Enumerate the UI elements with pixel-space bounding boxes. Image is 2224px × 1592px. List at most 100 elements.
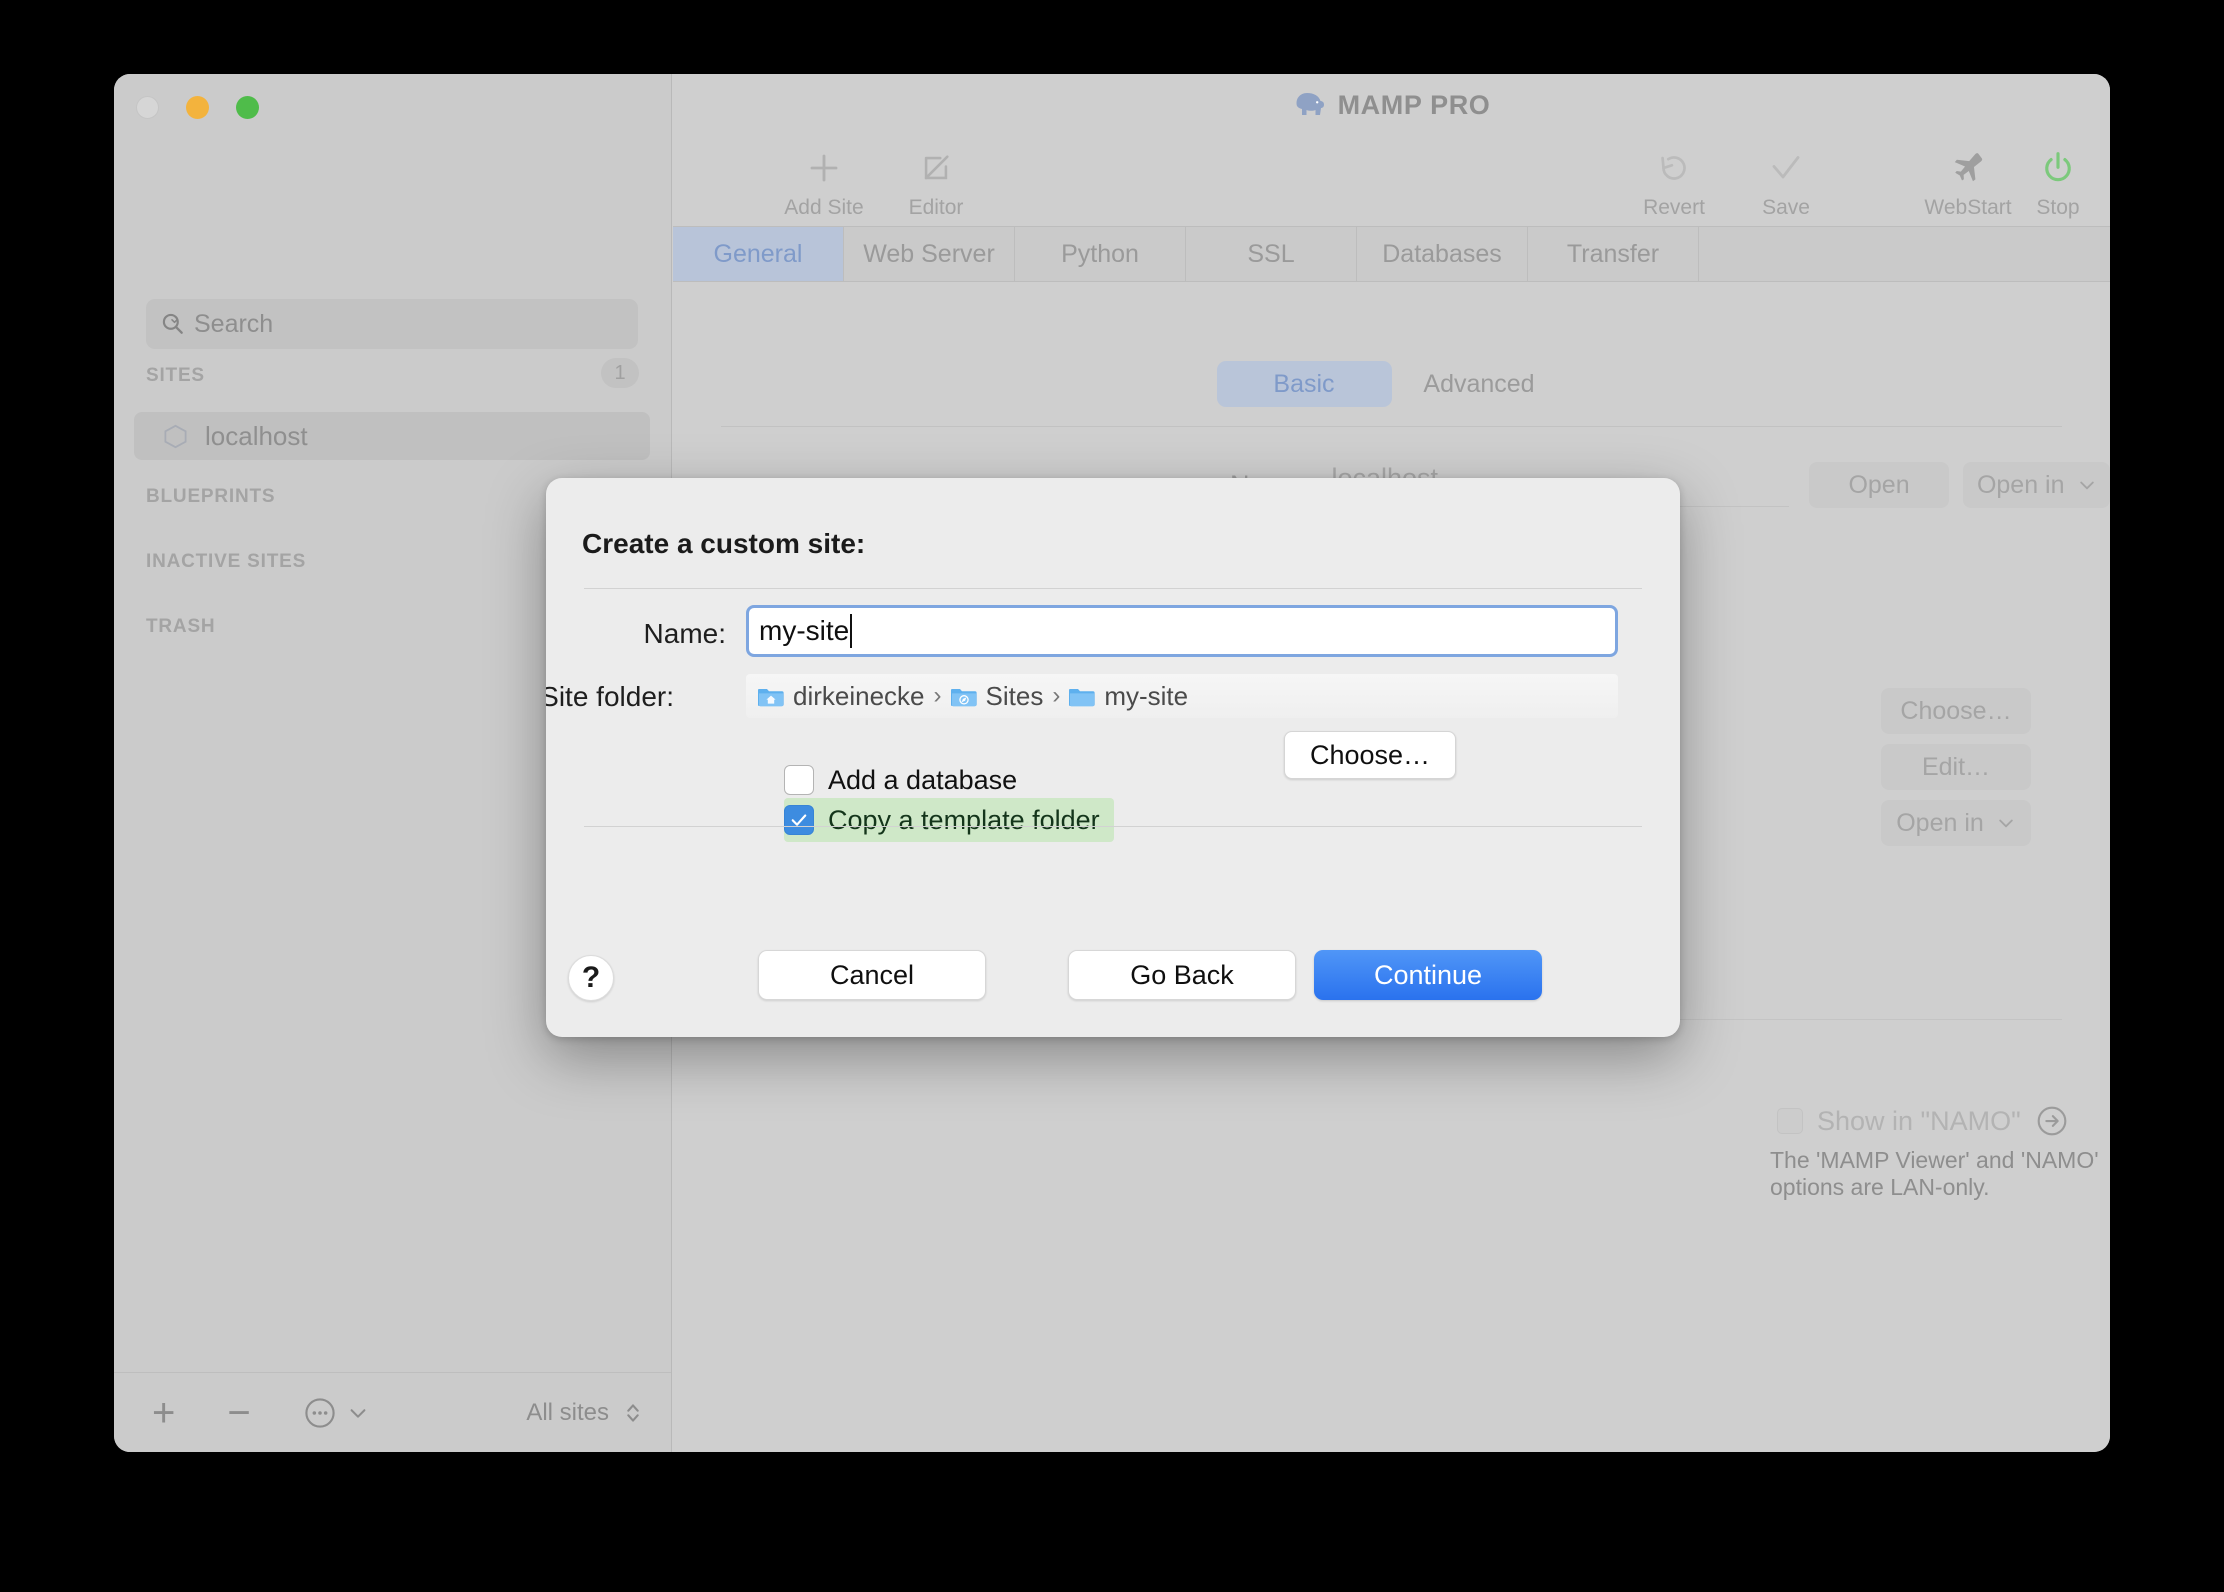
dialog-name-value: my-site: [759, 615, 850, 646]
tab-general[interactable]: General: [673, 227, 844, 281]
close-window-button[interactable]: [136, 96, 159, 119]
checkmark-icon: [791, 814, 807, 826]
toolbar-label: Revert: [1643, 196, 1705, 219]
main-toolbar: Add Site Editor Revert Save WebStart Sto…: [673, 136, 2110, 226]
segment-basic[interactable]: Basic: [1216, 361, 1392, 407]
chevron-down-icon: [350, 1408, 366, 1418]
toolbar-label: WebStart: [1924, 196, 2012, 219]
show-in-namo-checkbox[interactable]: [1777, 1108, 1803, 1134]
tab-bar-filler: [1699, 227, 2110, 281]
more-actions-button[interactable]: [303, 1396, 369, 1430]
open-in-dropdown[interactable]: Open in: [1963, 462, 2110, 508]
revert-icon: [1656, 148, 1692, 188]
show-in-namo-row[interactable]: Show in "NAMO": [1777, 1104, 2069, 1138]
continue-button[interactable]: Continue: [1314, 950, 1542, 1000]
breadcrumb-item-home[interactable]: dirkeinecke: [758, 681, 925, 712]
add-database-checkbox-row[interactable]: Add a database: [784, 758, 1031, 802]
dialog-site-folder-path[interactable]: dirkeinecke › Sites › my-site: [746, 674, 1618, 718]
chevron-down-icon: [1999, 819, 2013, 828]
checkmark-icon: [1768, 148, 1804, 188]
create-custom-site-dialog: Create a custom site: Name: my-site Site…: [546, 478, 1680, 1037]
window-traffic-lights: [136, 96, 259, 119]
plus-icon: [806, 148, 842, 188]
power-icon: [2040, 148, 2076, 188]
sidebar-section-blueprints: BLUEPRINTS: [146, 486, 276, 507]
add-database-label: Add a database: [828, 764, 1018, 795]
open-in-label: Open in: [1976, 470, 2065, 499]
segment-advanced[interactable]: Advanced: [1392, 361, 1567, 407]
go-back-button[interactable]: Go Back: [1068, 950, 1296, 1000]
tab-python[interactable]: Python: [1015, 227, 1186, 281]
tab-transfer[interactable]: Transfer: [1528, 227, 1699, 281]
sites-folder-icon: [950, 689, 977, 707]
open-button[interactable]: Open: [1808, 462, 1950, 508]
dialog-name-input[interactable]: my-site: [746, 605, 1618, 657]
hexagon-icon: [164, 424, 187, 448]
toolbar-stop[interactable]: Stop: [2003, 148, 2110, 220]
sidebar-item-localhost[interactable]: localhost: [134, 412, 650, 460]
dialog-name-label: Name:: [643, 618, 726, 649]
breadcrumb-separator: ›: [933, 682, 942, 709]
copy-template-folder-label: Copy a template folder: [828, 804, 1100, 835]
mamp-elephant-logo-icon: [1296, 93, 1324, 115]
copy-template-folder-checkbox-row[interactable]: Copy a template folder: [784, 798, 1114, 842]
toolbar-label: Save: [1762, 196, 1810, 219]
dialog-title: Create a custom site:: [582, 528, 866, 559]
chevron-down-icon: [2079, 481, 2094, 490]
cancel-button[interactable]: Cancel: [758, 950, 986, 1000]
text-caret: [850, 614, 853, 648]
dialog-choose-button[interactable]: Choose…: [1284, 731, 1456, 779]
copy-template-folder-checkbox[interactable]: [784, 805, 814, 835]
search-input[interactable]: Search: [146, 299, 638, 349]
breadcrumb-label: Sites: [985, 680, 1044, 711]
toolbar-label: Editor: [908, 196, 964, 219]
window-title-bar: MAMP PRO: [673, 74, 2110, 136]
toolbar-label: Stop: [2036, 196, 2080, 219]
breadcrumb-separator: ›: [1052, 682, 1061, 709]
app-title: MAMP PRO: [1337, 89, 1491, 120]
breadcrumb-item-sites[interactable]: Sites: [950, 680, 1044, 712]
toolbar-add-site[interactable]: Add Site: [769, 148, 879, 220]
document-root-open-in-dropdown[interactable]: Open in: [1881, 800, 2031, 846]
show-in-namo-label: Show in "NAMO": [1817, 1105, 2021, 1136]
toolbar-editor[interactable]: Editor: [881, 148, 991, 220]
ellipsis-circle-icon: [305, 1397, 335, 1428]
airplane-icon: [1950, 148, 1986, 188]
dialog-divider-bottom: [584, 826, 1642, 827]
maximize-window-button[interactable]: [236, 96, 259, 119]
document-root-choose-button[interactable]: Choose…: [1881, 688, 2031, 734]
sidebar-section-sites: SITES: [146, 365, 205, 386]
dialog-divider-top: [584, 588, 1642, 589]
sites-filter-dropdown[interactable]: All sites: [526, 1399, 643, 1427]
sidebar-footer-toolbar: + − All sites: [114, 1372, 671, 1452]
tab-ssl[interactable]: SSL: [1186, 227, 1357, 281]
breadcrumb-item-my-site[interactable]: my-site: [1069, 681, 1188, 712]
sidebar-section-trash: TRASH: [146, 616, 216, 637]
basic-advanced-segmented-control: Basic Advanced: [1216, 361, 1567, 407]
edit-square-icon: [919, 148, 953, 188]
help-button[interactable]: ?: [568, 955, 614, 1001]
dialog-site-folder-label: Site folder:: [546, 681, 674, 712]
lan-only-note: The 'MAMP Viewer' and 'NAMO' options are…: [1770, 1147, 2099, 1200]
content-divider-top: [721, 426, 2062, 427]
open-in-label: Open in: [1896, 808, 1984, 837]
home-folder-icon: [758, 689, 784, 707]
sites-filter-label: All sites: [526, 1398, 609, 1426]
breadcrumb-label: my-site: [1104, 680, 1189, 711]
sidebar-item-label: localhost: [205, 420, 308, 451]
tab-web-server[interactable]: Web Server: [844, 227, 1015, 281]
sites-count-badge: 1: [601, 358, 639, 388]
folder-icon: [1069, 689, 1095, 707]
toolbar-revert[interactable]: Revert: [1619, 148, 1729, 220]
arrow-right-circle-icon[interactable]: [2035, 1104, 2069, 1138]
settings-tab-bar: General Web Server Python SSL Databases …: [673, 226, 2110, 282]
search-icon: [162, 313, 183, 334]
tab-databases[interactable]: Databases: [1357, 227, 1528, 281]
sidebar-section-inactive-sites: INACTIVE SITES: [146, 551, 307, 572]
updown-chevrons-icon: [627, 1403, 639, 1422]
toolbar-label: Add Site: [784, 196, 864, 219]
minimize-window-button[interactable]: [186, 96, 209, 119]
add-database-checkbox[interactable]: [784, 765, 814, 795]
toolbar-save[interactable]: Save: [1731, 148, 1841, 220]
edit-button[interactable]: Edit…: [1881, 744, 2031, 790]
